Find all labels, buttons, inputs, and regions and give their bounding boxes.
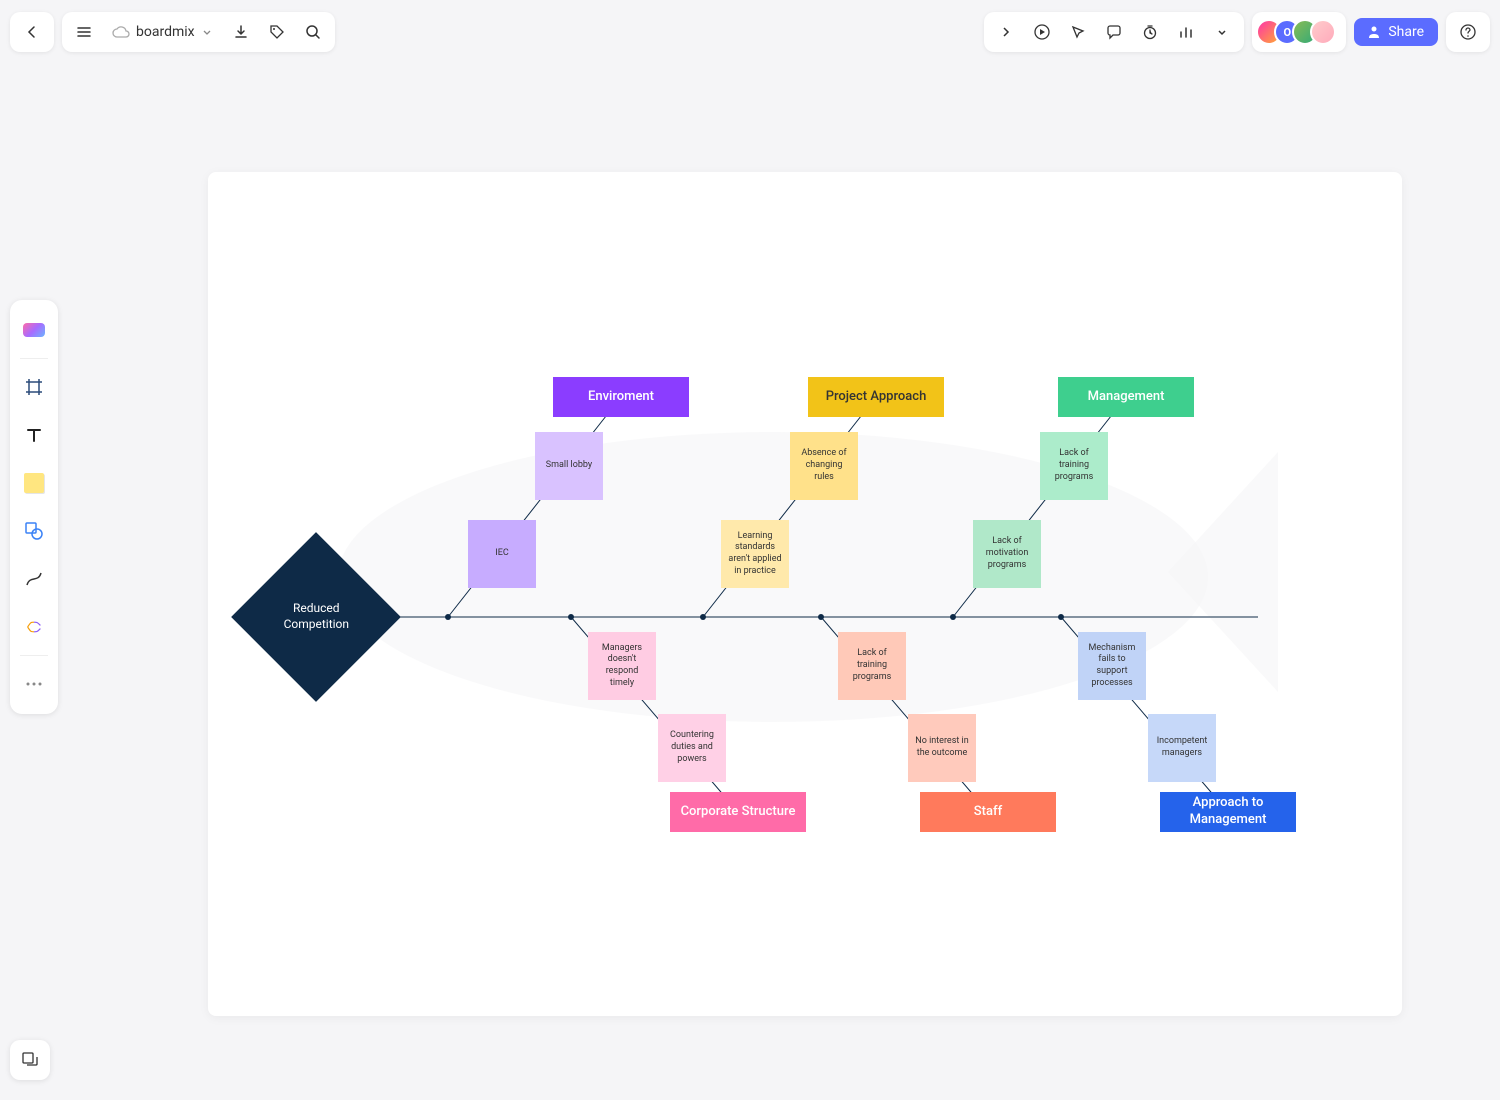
pointer-button[interactable] [1060,14,1096,50]
search-icon [305,24,321,40]
fish-tail-shape [1168,452,1278,692]
cause-label: Learning standards aren't applied in pra… [727,531,783,578]
share-label: Share [1388,24,1424,40]
comment-button[interactable] [1096,14,1132,50]
tag-button[interactable] [259,14,295,50]
text-tool[interactable] [16,417,52,453]
cause-node[interactable]: Incompetent managers [1148,714,1216,782]
category-project-approach[interactable]: Project Approach [808,377,944,417]
present-button[interactable] [1024,14,1060,50]
shapes-icon [23,520,45,542]
more-tools-button[interactable] [1204,14,1240,50]
category-label: Corporate Structure [681,804,796,821]
category-label: Management [1088,389,1165,406]
cloud-icon [112,25,130,39]
cause-node[interactable]: Small lobby [535,432,603,500]
bar-chart-icon [1178,24,1194,40]
category-label: Approach to Management [1166,795,1290,829]
cause-node[interactable]: No interest in the outcome [908,714,976,782]
cause-node[interactable]: Managers doesn't respond timely [588,632,656,700]
help-icon [1459,23,1477,41]
cause-node[interactable]: Learning standards aren't applied in pra… [721,520,789,588]
board-name[interactable]: boardmix [102,24,223,40]
divider [20,655,48,656]
chevron-down-icon [1216,26,1228,38]
cause-label: Lack of motivation programs [979,536,1035,571]
minimap-button[interactable] [10,1040,50,1080]
logo-tool[interactable] [16,312,52,348]
back-button[interactable] [14,14,50,50]
more-tools[interactable] [16,666,52,702]
chevron-down-icon [201,26,213,38]
cause-node[interactable]: Lack of training programs [1040,432,1108,500]
left-toolbar [10,300,58,714]
cause-label: Absence of changing rules [796,448,852,483]
shape-tool[interactable] [16,513,52,549]
avatar [1310,19,1336,45]
cause-node[interactable]: Absence of changing rules [790,432,858,500]
menu-button[interactable] [66,14,102,50]
dots-icon [26,682,42,686]
top-toolbar: boardmix [10,10,1490,54]
search-button[interactable] [295,14,331,50]
category-label: Project Approach [826,389,927,406]
category-environment[interactable]: Enviroment [553,377,689,417]
cause-node[interactable]: Mechanism fails to support processes [1078,632,1146,700]
cause-label: Small lobby [546,460,592,472]
text-icon [24,425,44,445]
cause-label: Countering duties and powers [664,730,720,765]
hamburger-icon [76,24,92,40]
chevron-left-icon [24,24,40,40]
frame-icon [24,377,44,397]
category-management[interactable]: Management [1058,377,1194,417]
cause-label: Managers doesn't respond timely [594,643,650,690]
canvas[interactable]: Reduced Competition Enviroment Small lob… [208,172,1402,1016]
cursor-icon [1070,24,1086,40]
frame-tool[interactable] [16,369,52,405]
cause-label: Mechanism fails to support processes [1084,643,1140,690]
divider [20,358,48,359]
head-label: Reduced Competition [262,601,370,632]
board-name-label: boardmix [136,24,195,40]
user-plus-icon [1368,25,1382,39]
share-button[interactable]: Share [1354,18,1438,46]
category-label: Staff [974,804,1002,821]
cause-label: Lack of training programs [844,648,900,683]
sticky-note-icon [24,473,44,493]
download-button[interactable] [223,14,259,50]
mindmap-tool[interactable] [16,609,52,645]
mindmap-icon [26,620,42,634]
logo-icon [23,323,45,337]
download-icon [233,24,249,40]
poll-button[interactable] [1168,14,1204,50]
category-label: Enviroment [588,389,654,406]
timer-icon [1142,24,1158,40]
category-staff[interactable]: Staff [920,792,1056,832]
expand-button[interactable] [988,14,1024,50]
tag-icon [269,24,285,40]
cause-label: Lack of training programs [1046,448,1102,483]
chat-icon [1106,24,1122,40]
cause-label: Incompetent managers [1154,736,1210,759]
play-circle-icon [1033,23,1051,41]
timer-button[interactable] [1132,14,1168,50]
cause-node[interactable]: Lack of training programs [838,632,906,700]
layers-icon [20,1050,40,1070]
cause-node[interactable]: IEC [468,520,536,588]
collaborator-avatars[interactable]: O [1256,19,1336,45]
chevron-right-icon [999,25,1013,39]
cause-node[interactable]: Countering duties and powers [658,714,726,782]
category-approach-mgmt[interactable]: Approach to Management [1160,792,1296,832]
cause-node[interactable]: Lack of motivation programs [973,520,1041,588]
sticky-note-tool[interactable] [16,465,52,501]
connector-tool[interactable] [16,561,52,597]
curve-icon [24,569,44,589]
cause-label: IEC [495,548,508,560]
category-corporate-structure[interactable]: Corporate Structure [670,792,806,832]
cause-label: No interest in the outcome [914,736,970,759]
help-button[interactable] [1450,14,1486,50]
